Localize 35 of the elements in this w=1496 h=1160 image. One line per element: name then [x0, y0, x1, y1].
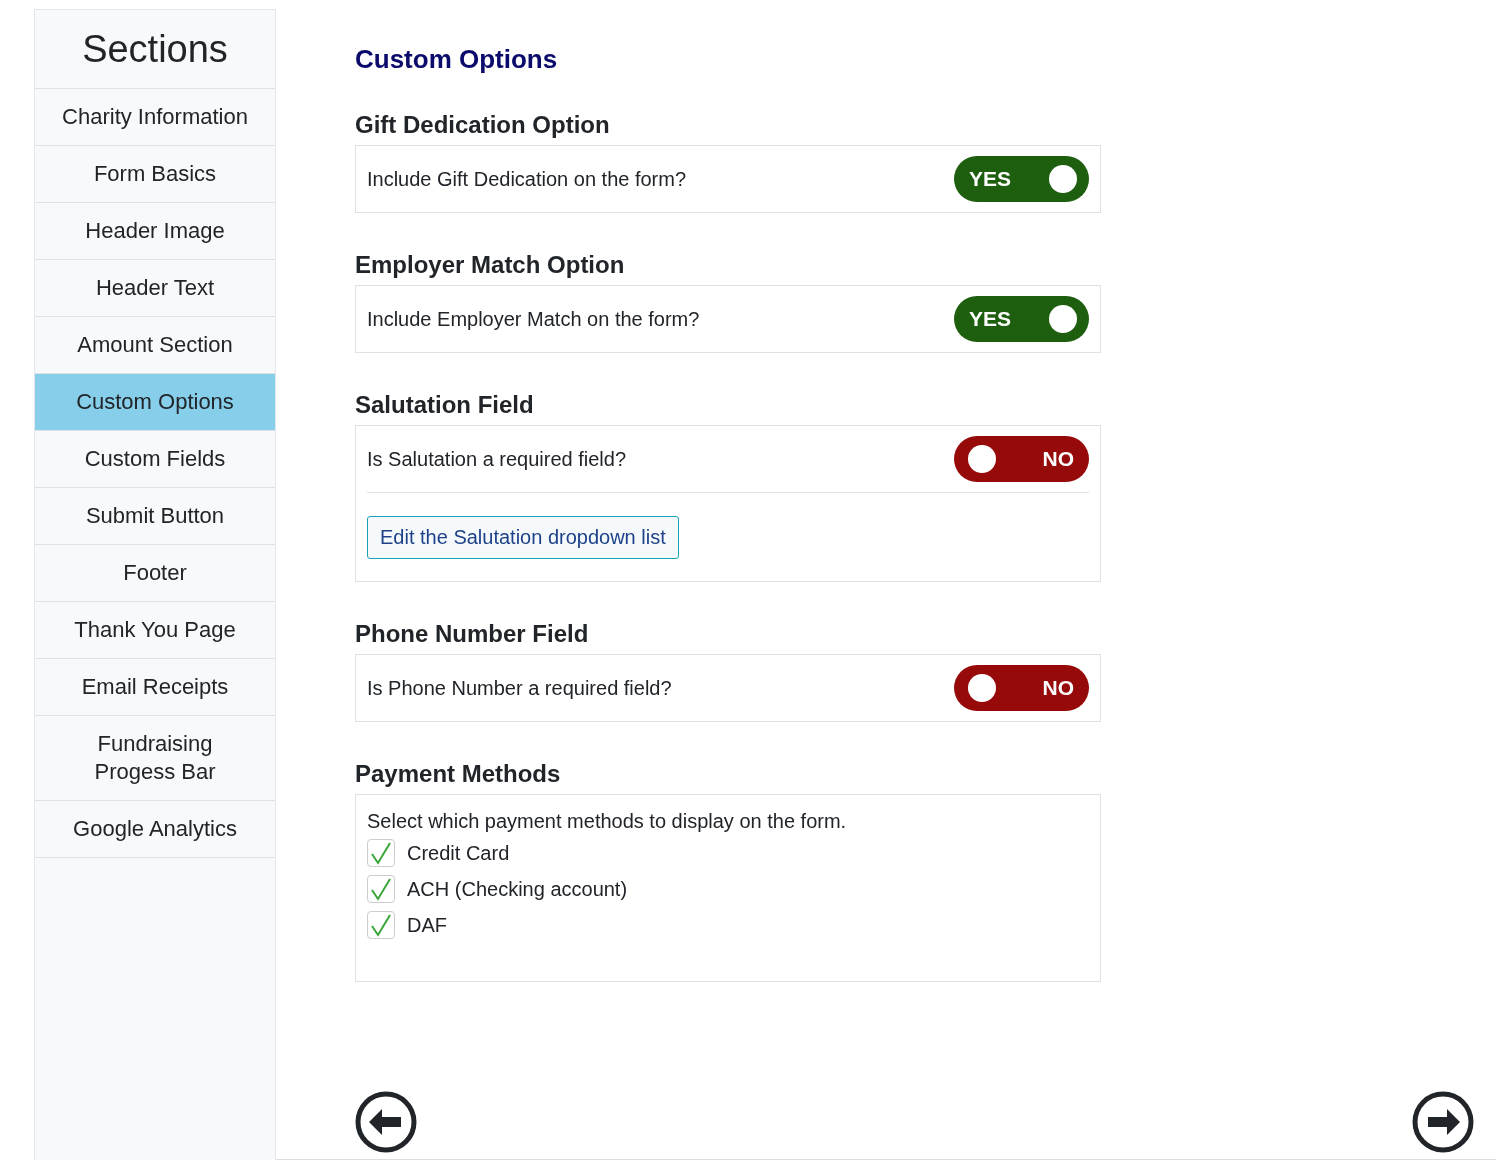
section-heading: Payment Methods [355, 760, 562, 788]
toggle-switch[interactable]: YES [954, 156, 1089, 202]
section-heading: Gift Dedication Option [355, 111, 611, 139]
sidebar-item[interactable]: Fundraising Progess Bar [35, 716, 275, 801]
option-label: ACH (Checking account) [407, 877, 628, 901]
section-heading: Phone Number Field [355, 620, 590, 648]
sidebar-item[interactable]: Form Basics [35, 146, 275, 203]
section-heading: Employer Match Option [355, 251, 626, 279]
sidebar-item[interactable]: Custom Fields [35, 431, 275, 488]
sidebar-item[interactable]: Custom Options [35, 374, 275, 431]
option-label: Credit Card [407, 841, 510, 865]
toggle-switch[interactable]: NO [954, 436, 1089, 482]
sidebar-item[interactable]: Charity Information [35, 89, 275, 146]
question-text: Include Employer Match on the form? [367, 307, 700, 331]
sidebar-item[interactable]: Google Analytics [35, 801, 275, 858]
sidebar-item[interactable]: Submit Button [35, 488, 275, 545]
toggle-switch[interactable]: NO [954, 665, 1089, 711]
sidebar-item[interactable]: Footer [35, 545, 275, 602]
question-text: Is Salutation a required field? [367, 447, 627, 471]
edit-list-button[interactable]: Edit the Salutation dropdown list [367, 516, 679, 559]
sidebar-title: Sections [35, 9, 275, 89]
sidebar-item[interactable]: Header Image [35, 203, 275, 260]
option-label: DAF [407, 913, 447, 937]
section-heading: Salutation Field [355, 391, 535, 419]
toggle-switch[interactable]: YES [954, 296, 1089, 342]
question-text: Include Gift Dedication on the form? [367, 167, 687, 191]
question-text: Is Phone Number a required field? [367, 676, 672, 700]
checkbox[interactable] [367, 875, 395, 903]
sidebar-item[interactable]: Email Receipts [35, 659, 275, 716]
checkbox[interactable] [367, 839, 395, 867]
sidebar-item[interactable]: Header Text [35, 260, 275, 317]
instruction-text: Select which payment methods to display on the form. [367, 810, 848, 833]
checkbox[interactable] [367, 911, 395, 939]
page-title: Custom Options [355, 44, 559, 75]
sidebar-item[interactable]: Thank You Page [35, 602, 275, 659]
